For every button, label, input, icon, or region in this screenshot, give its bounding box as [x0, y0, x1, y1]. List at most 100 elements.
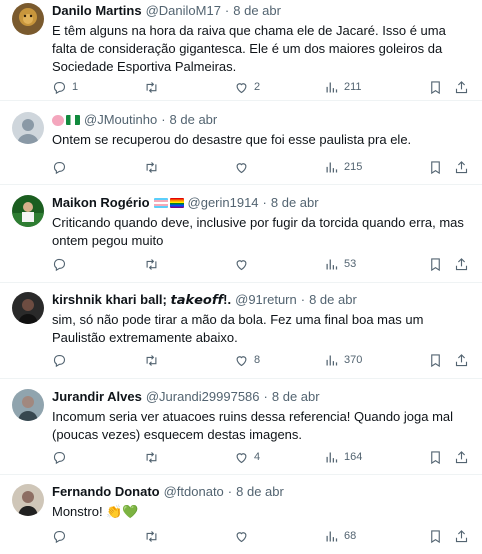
display-name[interactable]: Danilo Martins	[52, 3, 142, 19]
views-button[interactable]: 215	[324, 158, 362, 176]
tweet-date[interactable]: 8 de abr	[271, 195, 319, 211]
views-icon	[326, 355, 338, 365]
share-button[interactable]	[454, 448, 469, 466]
bookmark-button[interactable]	[428, 78, 443, 96]
user-handle[interactable]: @DaniloM17	[146, 3, 221, 19]
share-button[interactable]	[454, 527, 469, 545]
display-name[interactable]: Fernando Donato	[52, 484, 160, 500]
views-button[interactable]: 68	[324, 527, 356, 545]
separator-dot: ·	[227, 484, 233, 499]
pig-emoji-icon	[52, 114, 64, 126]
user-handle[interactable]: @ftdonato	[164, 484, 224, 500]
like-count: 4	[254, 451, 261, 463]
tweet-actions: 215	[52, 158, 478, 176]
share-button[interactable]	[454, 351, 469, 369]
tweet-text: Criticando quando deve, inclusive por fu…	[52, 215, 464, 248]
user-handle[interactable]: @gerin1914	[188, 195, 259, 211]
reply-button[interactable]	[52, 448, 72, 466]
bookmark-button[interactable]	[428, 351, 443, 369]
reply-button[interactable]	[52, 351, 72, 369]
like-count: 2	[254, 81, 261, 93]
display-name[interactable]: Maikon Rogério	[52, 195, 150, 211]
name-emoji-flags	[52, 114, 80, 126]
tweet-header: @JMoutinho · 8 de abr	[52, 112, 472, 128]
tweet-date[interactable]: 8 de abr	[170, 112, 218, 128]
separator-dot: ·	[262, 195, 267, 210]
avatar[interactable]	[12, 292, 44, 324]
bookmark-icon	[431, 529, 440, 543]
share-button[interactable]	[454, 255, 469, 273]
reply-button[interactable]	[52, 158, 72, 176]
retweet-button[interactable]	[144, 527, 164, 545]
name-emoji-flags	[153, 198, 184, 208]
tweet-header: Jurandir Alves @Jurandi29997586 · 8 de a…	[52, 389, 472, 405]
bookmark-button[interactable]	[428, 448, 443, 466]
retweet-icon	[146, 161, 157, 173]
share-icon	[455, 529, 468, 542]
retweet-icon	[146, 530, 157, 542]
like-icon	[236, 162, 247, 173]
tweet-date[interactable]: 8 de abr	[236, 484, 284, 500]
avatar[interactable]	[12, 195, 44, 227]
views-icon	[326, 452, 338, 462]
like-button[interactable]	[234, 527, 254, 545]
tweet-header: Fernando Donato @ftdonato · 8 de abr	[52, 484, 472, 500]
user-handle[interactable]: @JMoutinho	[84, 112, 157, 128]
retweet-button[interactable]	[144, 255, 164, 273]
views-button[interactable]: 370	[324, 351, 362, 369]
like-button[interactable]	[234, 158, 254, 176]
tweet-text: Ontem se recuperou do desastre que foi e…	[52, 132, 412, 147]
retweet-button[interactable]	[144, 351, 164, 369]
avatar[interactable]	[12, 112, 44, 144]
display-name[interactable]: Jurandir Alves	[52, 389, 142, 405]
transgender-flag-icon	[153, 198, 168, 208]
share-button[interactable]	[454, 158, 469, 176]
avatar[interactable]	[12, 484, 44, 516]
views-button[interactable]: 53	[324, 255, 356, 273]
like-button[interactable]: 4	[234, 448, 260, 466]
share-icon	[455, 450, 468, 463]
separator-dot: ·	[161, 112, 166, 127]
views-button[interactable]: 211	[324, 78, 362, 96]
reply-icon	[53, 161, 66, 174]
tweet-text: Incomum seria ver atuacoes ruins dessa r…	[52, 409, 454, 442]
user-handle[interactable]: @Jurandi29997586	[146, 389, 260, 405]
tweet[interactable]: Danilo Martins @DaniloM17 · 8 de abr E t…	[0, 0, 482, 101]
retweet-icon	[146, 451, 157, 463]
replies-feed: Danilo Martins @DaniloM17 · 8 de abr E t…	[0, 0, 482, 554]
bookmark-button[interactable]	[428, 255, 443, 273]
retweet-button[interactable]	[144, 158, 164, 176]
tweet[interactable]: kirshnik khari ball; 𝙩𝙖𝙠𝙚𝙤𝙛𝙛!. @91return…	[0, 283, 482, 379]
tweet-date[interactable]: 8 de abr	[309, 292, 357, 308]
like-button[interactable]: 2	[234, 78, 260, 96]
retweet-button[interactable]	[144, 448, 164, 466]
user-handle[interactable]: @91return	[235, 292, 297, 308]
avatar[interactable]	[12, 3, 44, 35]
tweet-date[interactable]: 8 de abr	[272, 389, 320, 405]
tweet-date[interactable]: 8 de abr	[233, 3, 281, 19]
tweet[interactable]: @JMoutinho · 8 de abr Ontem se recuperou…	[0, 101, 482, 185]
like-icon	[236, 452, 247, 463]
bookmark-button[interactable]	[428, 527, 443, 545]
views-icon	[326, 82, 338, 92]
avatar[interactable]	[12, 389, 44, 421]
share-icon	[455, 80, 468, 93]
tweet[interactable]: Fernando Donato @ftdonato · 8 de abr Mon…	[0, 475, 482, 554]
reply-button[interactable]	[52, 527, 72, 545]
retweet-icon	[146, 81, 157, 93]
reply-icon	[53, 81, 66, 94]
share-button[interactable]	[454, 78, 469, 96]
reply-button[interactable]: 1	[52, 78, 78, 96]
tweet-text: E têm alguns na hora da raiva que chama …	[52, 23, 446, 74]
like-button[interactable]	[234, 255, 254, 273]
like-button[interactable]: 8	[234, 351, 260, 369]
tweet[interactable]: Maikon Rogério @gerin1914 · 8 de abr Cri…	[0, 185, 482, 283]
reply-button[interactable]	[52, 255, 72, 273]
reply-icon	[53, 530, 66, 543]
like-count: 8	[254, 354, 261, 366]
display-name[interactable]: kirshnik khari ball; 𝙩𝙖𝙠𝙚𝙤𝙛𝙛!.	[52, 292, 231, 308]
retweet-button[interactable]	[144, 78, 164, 96]
tweet[interactable]: Jurandir Alves @Jurandi29997586 · 8 de a…	[0, 379, 482, 475]
views-button[interactable]: 164	[324, 448, 362, 466]
bookmark-button[interactable]	[428, 158, 443, 176]
